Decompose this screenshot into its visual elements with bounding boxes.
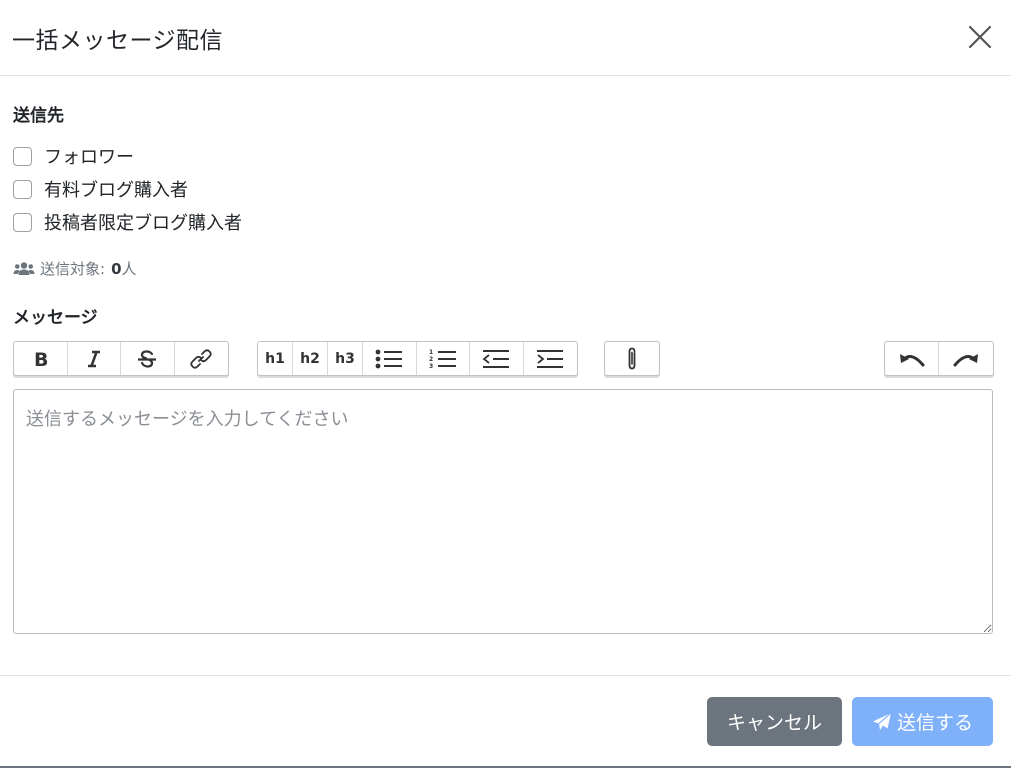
message-label: メッセージ bbox=[13, 308, 98, 328]
checkbox-label: 有料ブログ購入者 bbox=[44, 180, 188, 201]
h3-button[interactable]: h3 bbox=[328, 342, 363, 375]
close-icon bbox=[968, 25, 992, 49]
bullet-list-button[interactable] bbox=[363, 342, 417, 375]
checkbox-label: フォロワー bbox=[44, 147, 134, 168]
italic-button[interactable] bbox=[68, 342, 121, 375]
redo-icon bbox=[953, 353, 978, 366]
svg-text:2: 2 bbox=[429, 356, 433, 363]
editor-toolbar: B h1 h2 h3 123 bbox=[0, 341, 1011, 377]
link-button[interactable] bbox=[175, 342, 229, 375]
modal-title: 一括メッセージ配信 bbox=[12, 27, 224, 54]
numbered-list-icon: 123 bbox=[429, 349, 456, 370]
paperclip-icon bbox=[628, 347, 636, 369]
cancel-button[interactable]: キャンセル bbox=[707, 697, 842, 746]
recipient-option-exclusive-blog-buyers[interactable]: 投稿者限定ブログ購入者 bbox=[13, 209, 242, 235]
outdent-button[interactable] bbox=[470, 342, 524, 375]
bold-button[interactable]: B bbox=[14, 342, 68, 375]
bulk-message-modal: 一括メッセージ配信 送信先 フォロワー 有料ブログ購入者 投稿者限定ブログ購入者… bbox=[0, 0, 1011, 768]
recipient-option-followers[interactable]: フォロワー bbox=[13, 143, 134, 169]
block-group: h1 h2 h3 123 bbox=[257, 341, 578, 376]
paper-plane-icon bbox=[872, 712, 892, 730]
checkbox[interactable] bbox=[13, 179, 32, 199]
svg-text:B: B bbox=[34, 349, 48, 369]
target-count: 送信対象: 0 人 bbox=[13, 258, 137, 279]
checkbox-label: 投稿者限定ブログ購入者 bbox=[44, 213, 242, 234]
indent-icon bbox=[537, 349, 564, 368]
redo-button[interactable] bbox=[939, 342, 993, 375]
link-icon bbox=[190, 348, 212, 369]
checkbox[interactable] bbox=[13, 212, 32, 232]
h2-button[interactable]: h2 bbox=[293, 342, 328, 375]
undo-icon bbox=[899, 353, 924, 366]
indent-button[interactable] bbox=[524, 342, 578, 375]
recipients-label: 送信先 bbox=[13, 106, 64, 126]
undo-button[interactable] bbox=[885, 342, 939, 375]
modal-footer: キャンセル 送信する bbox=[0, 675, 1011, 766]
svg-text:3: 3 bbox=[429, 363, 433, 370]
svg-text:1: 1 bbox=[429, 349, 433, 356]
bold-icon: B bbox=[34, 349, 48, 369]
target-count-value: 0 bbox=[111, 259, 122, 278]
checkbox[interactable] bbox=[13, 146, 32, 166]
target-count-unit: 人 bbox=[121, 260, 137, 278]
send-button-label: 送信する bbox=[896, 712, 973, 734]
modal-header: 一括メッセージ配信 bbox=[0, 0, 1011, 76]
strikethrough-button[interactable] bbox=[121, 342, 175, 375]
italic-icon bbox=[87, 350, 100, 367]
strikethrough-icon bbox=[138, 349, 157, 368]
target-count-label: 送信対象: bbox=[40, 260, 106, 278]
recipient-option-paid-blog-buyers[interactable]: 有料ブログ購入者 bbox=[13, 176, 188, 202]
bullet-list-icon bbox=[375, 349, 403, 368]
h1-button[interactable]: h1 bbox=[258, 342, 293, 375]
send-button[interactable]: 送信する bbox=[852, 697, 993, 746]
history-group bbox=[884, 341, 994, 376]
attach-group bbox=[604, 341, 660, 376]
close-button[interactable] bbox=[965, 22, 995, 52]
format-group: B bbox=[13, 341, 229, 376]
outdent-icon bbox=[482, 349, 510, 368]
numbered-list-button[interactable]: 123 bbox=[417, 342, 470, 375]
message-input[interactable] bbox=[13, 389, 993, 634]
users-icon bbox=[13, 261, 35, 275]
attach-button[interactable] bbox=[605, 342, 659, 375]
